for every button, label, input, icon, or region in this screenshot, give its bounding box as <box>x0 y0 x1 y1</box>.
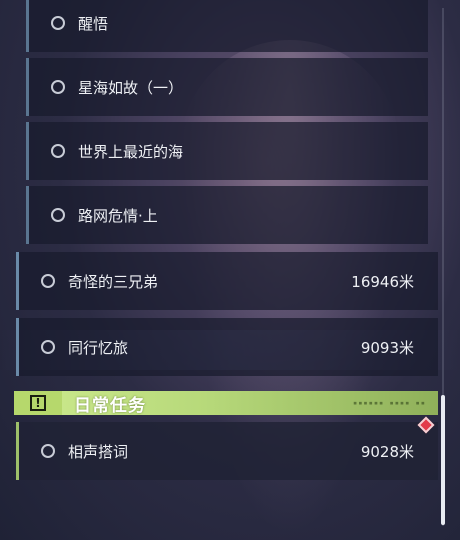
quest-label: 奇怪的三兄弟 <box>68 272 159 291</box>
circle-icon <box>51 208 65 222</box>
quest-item[interactable]: 相声搭词 9028米 <box>16 422 438 480</box>
quest-distance: 9093米 <box>360 338 414 357</box>
quest-label: 同行忆旅 <box>68 338 129 357</box>
quest-item[interactable]: 同行忆旅 9093米 <box>16 318 438 376</box>
quest-label: 醒悟 <box>78 14 109 33</box>
quest-label: 星海如故（一） <box>78 78 184 97</box>
quest-item[interactable]: 醒悟 <box>26 0 428 52</box>
quest-label: 世界上最近的海 <box>78 142 184 161</box>
quest-label: 相声搭词 <box>68 442 129 461</box>
circle-icon <box>51 16 65 30</box>
section-decoration: ▪▪▪▪▪▪ ▪▪▪▪ ▪▪ <box>352 399 426 407</box>
quest-distance: 16946米 <box>351 272 414 291</box>
quest-label: 路网危情·上 <box>78 206 158 225</box>
quest-item[interactable]: 路网危情·上 <box>26 186 428 244</box>
circle-icon <box>41 340 55 354</box>
daily-section-header[interactable]: ! 日常任务 ▪▪▪▪▪▪ ▪▪▪▪ ▪▪ <box>14 391 438 416</box>
scrollbar-thumb[interactable] <box>441 395 445 525</box>
quest-item[interactable]: 世界上最近的海 <box>26 122 428 180</box>
circle-icon <box>51 80 65 94</box>
circle-icon <box>41 444 55 458</box>
quest-item[interactable]: 奇怪的三兄弟 16946米 <box>16 252 438 310</box>
section-title: 日常任务 <box>74 395 146 416</box>
quest-distance: 9028米 <box>360 442 414 461</box>
circle-icon <box>41 274 55 288</box>
alert-icon: ! <box>30 395 46 411</box>
section-icon-box: ! <box>14 391 62 415</box>
circle-icon <box>51 144 65 158</box>
quest-item[interactable]: 星海如故（一） <box>26 58 428 116</box>
